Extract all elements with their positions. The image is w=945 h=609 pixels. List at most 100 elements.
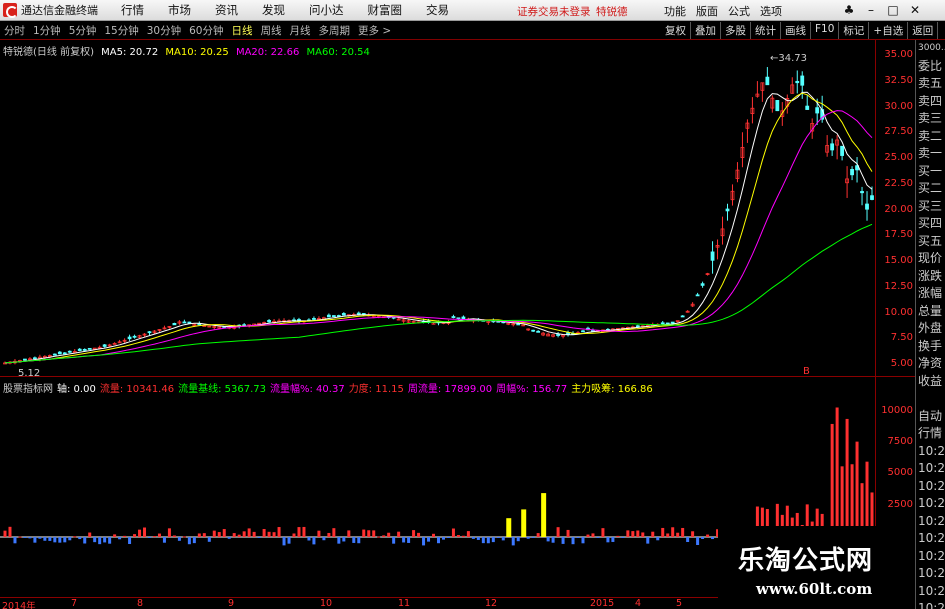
flow-bar [641,532,645,537]
tab-15min[interactable]: 15分钟 [104,23,138,38]
quote-panel-item[interactable]: 10:26 [916,548,945,566]
quote-panel-item[interactable]: 买一 [916,163,945,181]
ticker-code[interactable]: 3000... [916,40,945,58]
skin-icon[interactable]: ♣ [840,2,858,18]
restore-rights-button[interactable]: 复权 [661,22,691,39]
quote-panel-item[interactable]: 换手 [916,338,945,356]
quote-panel-item[interactable]: 10:26 [916,565,945,583]
date-label: 4 [635,598,642,609]
maximize-icon[interactable]: □ [884,2,902,18]
menu-options[interactable]: 选项 [760,3,782,19]
candle-body [326,314,331,318]
f10-button[interactable]: F10 [811,22,840,39]
draw-line-button[interactable]: 画线 [781,22,811,39]
sub-tick: 10000 [881,404,913,416]
menu-quotes[interactable]: 行情 [121,2,144,18]
quote-panel-item[interactable]: 委比 [916,58,945,76]
quote-panel: 3000...委比卖五卖四卖三卖二卖一买一买二买三买四买五现价涨跌涨幅总量外盘换… [915,40,945,609]
quote-panel-item[interactable]: 净资 [916,355,945,373]
login-status[interactable]: 证券交易未登录 [517,4,591,19]
watermark: 乐淘公式网 www.60lt.com [718,526,908,602]
flow-bar [202,533,206,537]
price-tick: 7.50 [890,332,913,344]
quote-panel-item[interactable]: 买二 [916,180,945,198]
quote-panel-item[interactable]: 10:26 [916,478,945,496]
tab-multi-period[interactable]: 多周期 [319,23,351,38]
quote-panel-item[interactable]: 总量 [916,303,945,321]
menu-formula[interactable]: 公式 [728,3,750,19]
quote-panel-item[interactable]: 卖三 [916,110,945,128]
menu-function[interactable]: 功能 [664,3,686,19]
quote-panel-item[interactable]: 买五 [916,233,945,251]
tab-1min[interactable]: 1分钟 [33,23,61,38]
quote-panel-item[interactable]: 卖四 [916,93,945,111]
flow-bar [292,533,296,537]
flow-bar [78,537,82,540]
tab-daily[interactable]: 日线 [232,23,253,38]
menu-news[interactable]: 资讯 [215,2,238,18]
quote-panel-item[interactable]: 买四 [916,215,945,233]
tab-5min[interactable]: 5分钟 [69,23,97,38]
quote-panel-item[interactable]: 10:26 [916,443,945,461]
quote-panel-item[interactable]: 10:26 [916,530,945,548]
quote-panel-item[interactable]: 卖二 [916,128,945,146]
quote-panel-item[interactable]: 外盘 [916,320,945,338]
flow-bar [212,530,216,537]
flow-bar [696,537,700,546]
quote-panel-item[interactable]: 买三 [916,198,945,216]
flow-bar [481,537,485,544]
menu-ask[interactable]: 问小达 [309,2,344,18]
quote-panel-item[interactable]: 自动 [916,408,945,426]
menu-market[interactable]: 市场 [168,2,191,18]
flow-bar [217,532,221,537]
stock-link[interactable]: 特锐德 [596,4,628,19]
quote-panel-item[interactable]: 涨幅 [916,285,945,303]
flow-bar [611,537,615,542]
flow-bar [666,533,670,537]
minimize-icon[interactable]: – [862,2,880,18]
tab-60min[interactable]: 60分钟 [189,23,223,38]
sub-field: 流量幅%: 40.37 [270,384,345,395]
flow-bar [531,537,535,538]
menu-trade[interactable]: 交易 [426,2,449,18]
candle-body [92,347,97,350]
multi-stock-button[interactable]: 多股 [721,22,751,39]
flow-bar [581,537,585,544]
quote-panel-item[interactable]: 卖五 [916,75,945,93]
quote-panel-item[interactable]: 收益 [916,373,945,391]
ma60-line [4,223,873,364]
flow-bar [282,537,286,546]
quote-panel-item[interactable]: 现价 [916,250,945,268]
quote-panel-item[interactable]: 10:26 [916,513,945,531]
menu-layout[interactable]: 版面 [696,3,718,19]
quote-panel-item[interactable]: 10:26 [916,495,945,513]
quote-panel-item[interactable] [916,390,945,408]
quote-panel-item[interactable]: 卖一 [916,145,945,163]
quote-panel-item[interactable]: 10:26 [916,583,945,601]
sub-indicator-name[interactable]: 股票指标网 [3,380,53,395]
menu-wealth[interactable]: 财富圈 [368,2,403,18]
quote-panel-item[interactable]: 涨跌 [916,268,945,286]
tab-more[interactable]: 更多 > [358,23,391,38]
menu-discover[interactable]: 发现 [262,2,285,18]
add-watchlist-button[interactable]: +自选 [869,22,909,39]
back-button[interactable]: 返回 [908,22,939,39]
overlay-button[interactable]: 叠加 [691,22,721,39]
quote-panel-item[interactable]: 10:26 [916,600,945,609]
candlestick-chart[interactable]: ←34.73 5.12 B [0,40,875,377]
candle-body [187,321,192,324]
tab-30min[interactable]: 30分钟 [147,23,181,38]
statistics-button[interactable]: 统计 [751,22,781,39]
flow-bar [13,537,17,544]
tab-monthly[interactable]: 月线 [290,23,311,38]
candle-body [670,321,675,324]
mark-button[interactable]: 标记 [839,22,870,39]
close-icon[interactable]: ✕ [906,2,924,18]
quote-panel-item[interactable]: 10:26 [916,460,945,478]
flow-bar [412,530,416,537]
quote-panel-item[interactable]: 行情 [916,425,945,443]
sub-field: 周幅%: 156.77 [496,384,568,395]
tab-intraday[interactable]: 分时 [4,23,25,38]
tab-weekly[interactable]: 周线 [261,23,282,38]
candle-body [516,323,521,326]
